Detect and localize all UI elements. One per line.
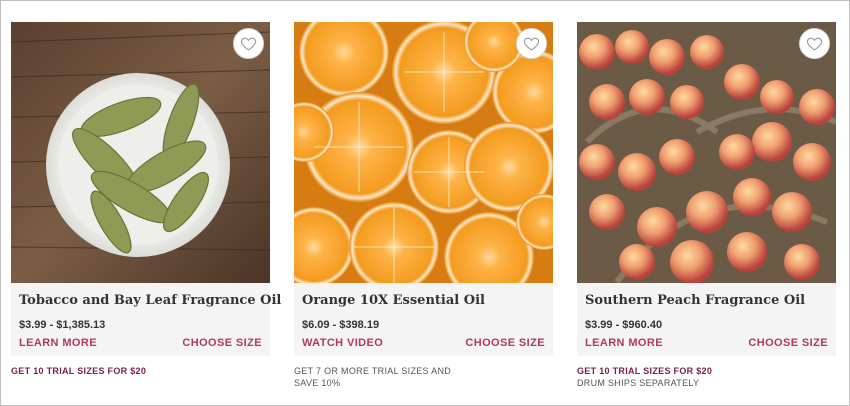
bay-leaf-bowl-image (11, 22, 270, 283)
orange-halves-image (294, 22, 553, 283)
learn-more-link[interactable]: LEARN MORE (585, 337, 663, 349)
product-price: $3.99 - $1,385.13 (19, 319, 106, 331)
heart-icon (806, 37, 823, 51)
product-price: $3.99 - $960.40 (585, 319, 663, 331)
choose-size-link[interactable]: CHOOSE SIZE (182, 337, 262, 349)
peach-baskets-image (577, 22, 836, 283)
product-image[interactable] (294, 22, 553, 283)
promo-text: GET 10 TRIAL SIZES FOR $20 (11, 366, 147, 376)
product-title[interactable]: Southern Peach Fragrance Oil (585, 293, 828, 308)
product-card-southern-peach: Southern Peach Fragrance Oil $3.99 - $96… (577, 22, 836, 356)
favorite-button[interactable] (233, 28, 264, 59)
product-price: $6.09 - $398.19 (302, 319, 380, 331)
favorite-button[interactable] (799, 28, 830, 59)
product-card-tobacco-bay-leaf: Tobacco and Bay Leaf Fragrance Oil $3.99… (11, 22, 281, 356)
promo-note: SAVE 10% (294, 378, 341, 388)
choose-size-link[interactable]: CHOOSE SIZE (748, 337, 828, 349)
choose-size-link[interactable]: CHOOSE SIZE (465, 337, 545, 349)
product-image[interactable] (577, 22, 836, 283)
learn-more-link[interactable]: LEARN MORE (19, 337, 97, 349)
product-title[interactable]: Tobacco and Bay Leaf Fragrance Oil (19, 293, 281, 308)
heart-icon (523, 37, 540, 51)
product-title[interactable]: Orange 10X Essential Oil (302, 293, 545, 308)
heart-icon (240, 37, 257, 51)
product-info: Southern Peach Fragrance Oil $3.99 - $96… (577, 283, 836, 356)
product-info: Tobacco and Bay Leaf Fragrance Oil $3.99… (11, 283, 281, 356)
promo-note: DRUM SHIPS SEPARATELY (577, 378, 700, 388)
favorite-button[interactable] (516, 28, 547, 59)
promo-text: GET 10 TRIAL SIZES FOR $20 (577, 366, 713, 376)
watch-video-link[interactable]: WATCH VIDEO (302, 337, 383, 349)
product-image[interactable] (11, 22, 270, 283)
product-card-orange-10x: Orange 10X Essential Oil $6.09 - $398.19… (294, 22, 553, 356)
promo-text: GET 7 OR MORE TRIAL SIZES AND (294, 366, 452, 376)
product-info: Orange 10X Essential Oil $6.09 - $398.19… (294, 283, 553, 356)
